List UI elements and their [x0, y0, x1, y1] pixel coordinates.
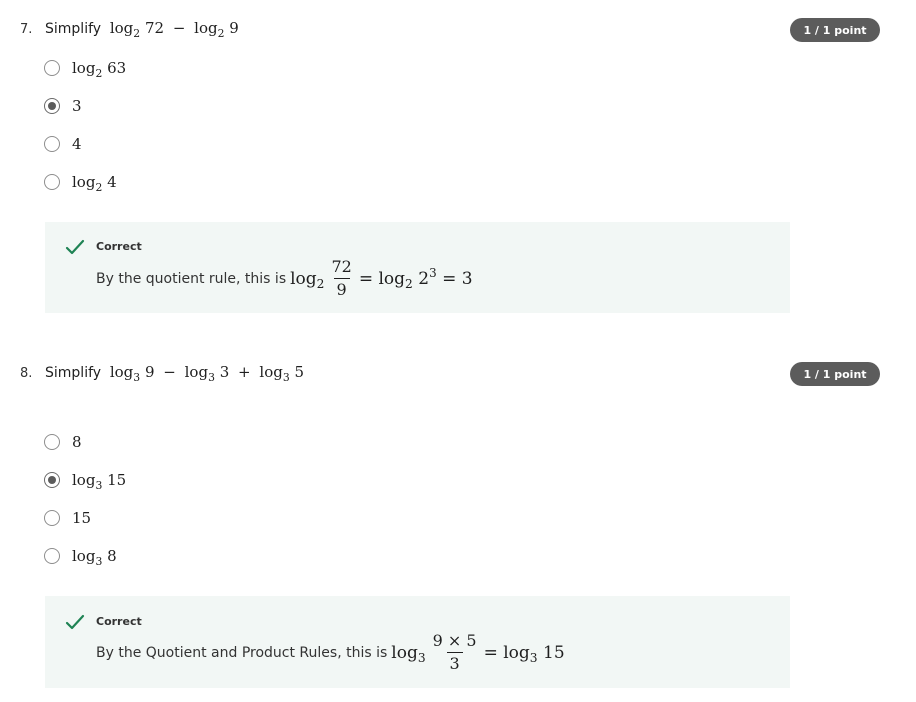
- prompt-math: log3 9 − log3 3 + log3 5: [109, 363, 305, 384]
- score-badge: 1 / 1 point: [790, 18, 880, 42]
- option-label: 15: [72, 509, 92, 527]
- feedback-explanation: By the Quotient and Product Rules, this …: [96, 631, 565, 673]
- feedback-status: Correct: [96, 615, 142, 628]
- option-label: log2 4: [72, 173, 117, 194]
- feedback-panel: Correct By the quotient rule, this is lo…: [45, 222, 790, 313]
- option-label: log3 15: [72, 471, 127, 492]
- option-8[interactable]: 8: [44, 431, 82, 453]
- option-4[interactable]: 4: [44, 133, 82, 155]
- question-number: 7.: [20, 22, 33, 37]
- fraction: 9 × 5 3: [432, 631, 477, 673]
- radio-button[interactable]: [44, 136, 60, 152]
- radio-button[interactable]: [44, 60, 60, 76]
- question-number: 8.: [20, 366, 33, 381]
- option-label: log2 63: [72, 59, 127, 80]
- feedback-panel: Correct By the Quotient and Product Rule…: [45, 596, 790, 688]
- fraction: 72 9: [331, 257, 352, 299]
- option-label: log3 8: [72, 547, 117, 568]
- feedback-status: Correct: [96, 240, 142, 253]
- radio-button[interactable]: [44, 434, 60, 450]
- check-icon: [65, 614, 85, 630]
- question-prompt: Simplify log3 9 − log3 3 + log3 5: [45, 363, 305, 384]
- feedback-explanation: By the quotient rule, this is log2 72 9 …: [96, 257, 473, 299]
- score-badge: 1 / 1 point: [790, 362, 880, 386]
- option-label: 4: [72, 135, 82, 153]
- radio-button-selected[interactable]: [44, 472, 60, 488]
- option-15[interactable]: 15: [44, 507, 91, 529]
- option-label: 8: [72, 433, 82, 451]
- option-log3-15[interactable]: log3 15: [44, 469, 126, 491]
- option-log2-63[interactable]: log2 63: [44, 57, 126, 79]
- prompt-math: log2 72 − log2 9: [109, 19, 239, 40]
- radio-button[interactable]: [44, 174, 60, 190]
- option-label: 3: [72, 97, 82, 115]
- radio-button[interactable]: [44, 548, 60, 564]
- option-log3-8[interactable]: log3 8: [44, 545, 117, 567]
- option-3[interactable]: 3: [44, 95, 82, 117]
- check-icon: [65, 239, 85, 255]
- radio-button[interactable]: [44, 510, 60, 526]
- option-log2-4[interactable]: log2 4: [44, 171, 117, 193]
- question-prompt: Simplify log2 72 − log2 9: [45, 19, 239, 40]
- radio-button-selected[interactable]: [44, 98, 60, 114]
